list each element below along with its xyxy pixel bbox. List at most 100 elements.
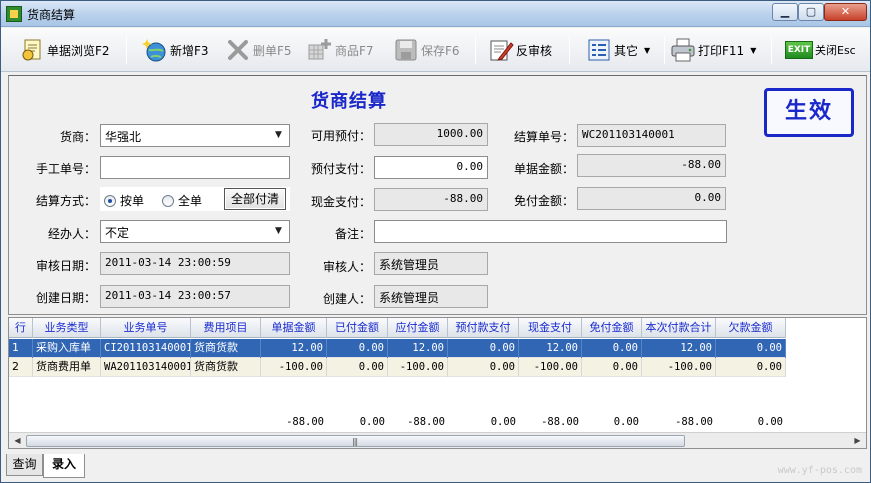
chevron-down-icon[interactable]: ▼ [270, 127, 287, 144]
status-badge: 生效 [764, 88, 854, 137]
table-row[interactable]: 1 采购入库单 CI201103140001 货商货款 12.00 0.00 12.00 0.… [9, 339, 786, 358]
cell-doc-amount[interactable]: -100.00 [261, 358, 327, 377]
prepay-pay-input[interactable]: 0.00 [374, 156, 488, 179]
cell-free-amount[interactable]: 0.00 [582, 339, 642, 358]
close-window-button[interactable]: ✕ [824, 3, 867, 21]
column-header-current-total[interactable]: 本次付款合计 [642, 318, 716, 338]
cell-prepay-pay[interactable]: 0.00 [448, 339, 519, 358]
other-menu-button[interactable]: 其它 ▼ [586, 35, 650, 65]
title-bar: 货商结算 ▁ ▢ ✕ [1, 1, 870, 27]
pay-all-button[interactable]: 全部付清 [224, 188, 286, 210]
tab-entry[interactable]: 录入 [43, 454, 85, 478]
minimize-icon: ▁ [780, 5, 790, 18]
product-button[interactable]: 商品F7 [307, 35, 374, 65]
column-header-business-type[interactable]: 业务类型 [33, 318, 101, 338]
column-header-paid-amount[interactable]: 已付金额 [327, 318, 388, 338]
cell-business-type[interactable]: 采购入库单 [33, 339, 101, 358]
browse-button[interactable]: 单据浏览F2 [19, 35, 110, 65]
print-button[interactable]: 打印F11 ▼ [670, 35, 756, 65]
save-button[interactable]: 保存F6 [393, 35, 460, 65]
column-header-payable-amount[interactable]: 应付金额 [388, 318, 448, 338]
cell-paid-amount[interactable]: 0.00 [327, 358, 388, 377]
bottom-tabs: 查询 录入 www.yf-pos.com [1, 451, 870, 482]
scroll-right-icon[interactable]: ▶ [850, 434, 865, 448]
creator-label: 创建人： [322, 292, 371, 306]
radio-whole-document-label: 全单 [178, 194, 203, 208]
delete-label: 删单F5 [253, 43, 292, 58]
cell-business-type[interactable]: 货商费用单 [33, 358, 101, 377]
remark-label: 备注： [334, 227, 371, 241]
scroll-left-icon[interactable]: ◀ [10, 434, 25, 448]
chevron-down-icon[interactable]: ▼ [270, 223, 287, 240]
column-header-cash-pay[interactable]: 现金支付 [519, 318, 582, 338]
column-header-doc-amount[interactable]: 单据金额 [261, 318, 327, 338]
cell-doc-amount[interactable]: 12.00 [261, 339, 327, 358]
footer-total-prepay-pay: 0.00 [490, 416, 516, 428]
maximize-icon: ▢ [805, 5, 817, 18]
grid-footer: -88.00 0.00 -88.00 0.00 -88.00 0.00 -88.00 0.00 [9, 413, 786, 432]
minimize-button[interactable]: ▁ [772, 3, 798, 21]
toolbar-separator [771, 36, 772, 64]
horizontal-scrollbar[interactable]: ◀ ||| ▶ [9, 432, 866, 448]
radio-by-document[interactable]: 按单 [104, 192, 144, 209]
column-header-owed-amount[interactable]: 欠款金额 [716, 318, 786, 338]
new-globe-icon [142, 39, 166, 62]
chevron-down-icon: ▼ [750, 45, 757, 55]
column-header-business-no[interactable]: 业务单号 [101, 318, 191, 338]
column-header-row-no[interactable]: 行 [9, 318, 33, 338]
column-header-prepay-pay[interactable]: 预付款支付 [448, 318, 519, 338]
close-form-button[interactable]: EXIT 关闭Esc [785, 35, 856, 65]
radio-whole-document[interactable]: 全单 [162, 192, 202, 209]
tab-query[interactable]: 查询 [6, 454, 43, 476]
unapprove-label: 反审核 [516, 43, 553, 58]
column-header-fee-item[interactable]: 费用项目 [191, 318, 261, 338]
cell-cash-pay[interactable]: -100.00 [519, 358, 582, 377]
cell-paid-amount[interactable]: 0.00 [327, 339, 388, 358]
manual-no-label: 手工单号： [35, 162, 96, 176]
cell-row-no[interactable]: 1 [9, 339, 33, 358]
cell-fee-item[interactable]: 货商货款 [191, 358, 261, 377]
unapprove-pen-icon [490, 40, 514, 61]
audit-date-label: 审核日期： [35, 259, 96, 273]
cell-current-total[interactable]: 12.00 [642, 339, 716, 358]
cell-current-total[interactable]: -100.00 [642, 358, 716, 377]
add-label: 新增F3 [170, 43, 209, 58]
save-disk-icon [395, 39, 417, 61]
unapprove-button[interactable]: 反审核 [488, 35, 552, 65]
cell-row-no[interactable]: 2 [9, 358, 33, 377]
cell-owed-amount[interactable]: 0.00 [716, 358, 786, 377]
maximize-button[interactable]: ▢ [798, 3, 824, 21]
detail-grid: 行业务类型 业务单号 费用项目 单据金额 已付金额 应付金额 预付款支付 现金支付 免付金额 本次… [8, 317, 867, 449]
cell-payable-amount[interactable]: 12.00 [388, 339, 448, 358]
manual-no-input[interactable] [100, 156, 290, 179]
delete-button[interactable]: 删单F5 [225, 35, 292, 65]
column-header-free-amount[interactable]: 免付金额 [582, 318, 642, 338]
scroll-thumb[interactable]: ||| [26, 435, 685, 447]
cell-owed-amount[interactable]: 0.00 [716, 339, 786, 358]
creator-field: 系统管理员 [374, 285, 488, 308]
list-menu-icon [588, 39, 610, 61]
operator-select[interactable]: 不定 ▼ [100, 220, 290, 243]
add-button[interactable]: 新增F3 [142, 35, 209, 65]
footer-total-payable-amount: -88.00 [407, 416, 445, 428]
product-label: 商品F7 [335, 43, 374, 58]
cell-fee-item[interactable]: 货商货款 [191, 339, 261, 358]
cash-pay-label: 现金支付： [310, 195, 371, 209]
cell-cash-pay[interactable]: 12.00 [519, 339, 582, 358]
browse-label: 单据浏览F2 [47, 43, 110, 58]
watermark: www.yf-pos.com [777, 465, 862, 476]
product-grid-icon [308, 39, 331, 60]
cell-payable-amount[interactable]: -100.00 [388, 358, 448, 377]
chevron-down-icon: ▼ [644, 45, 651, 55]
cell-free-amount[interactable]: 0.00 [582, 358, 642, 377]
cell-business-no[interactable]: CI201103140001 [101, 339, 191, 358]
remark-input[interactable] [374, 220, 727, 243]
radio-unchecked-icon [162, 194, 174, 207]
cell-business-no[interactable]: WA201103140001 [101, 358, 191, 377]
auditor-field: 系统管理员 [374, 252, 488, 275]
cell-prepay-pay[interactable]: 0.00 [448, 358, 519, 377]
table-row[interactable]: 2 货商费用单 WA201103140001 货商货款 -100.00 0.00 -100.… [9, 358, 786, 377]
vendor-value: 华强北 [105, 130, 142, 144]
vendor-select[interactable]: 华强北 ▼ [100, 124, 290, 147]
footer-total-doc-amount: -88.00 [286, 416, 324, 428]
